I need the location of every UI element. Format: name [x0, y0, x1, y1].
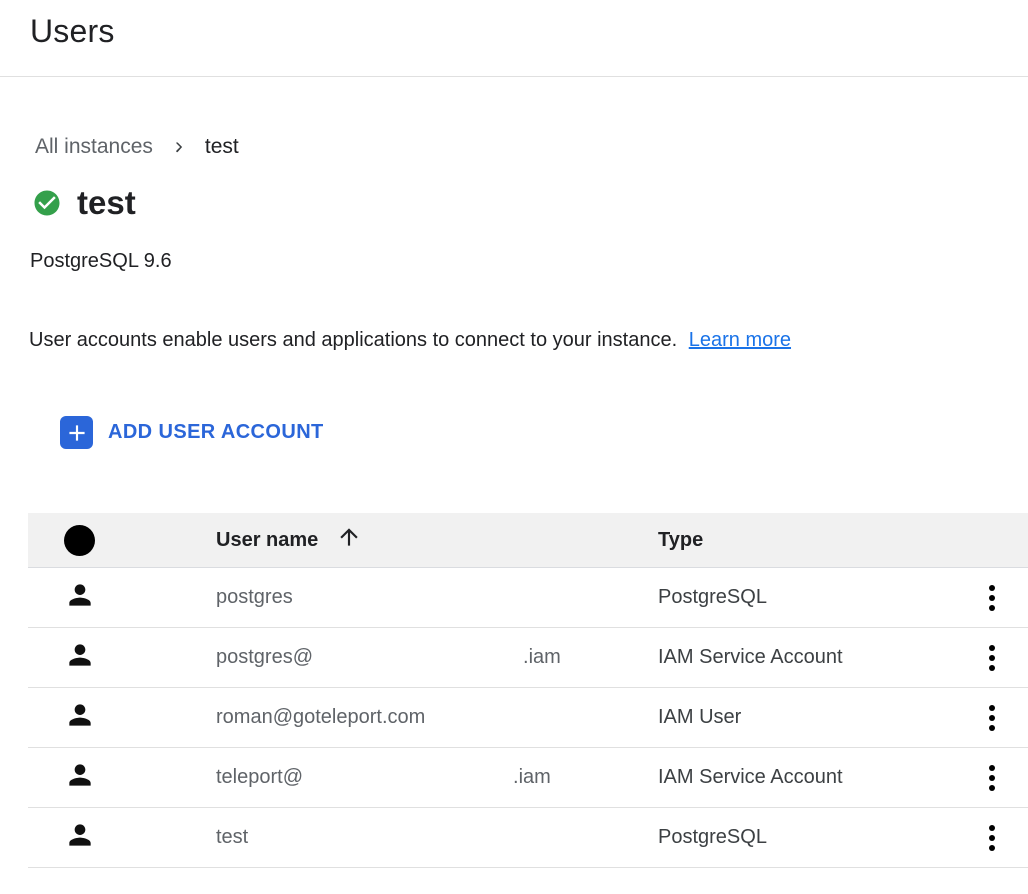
avatar-cell — [28, 699, 216, 736]
user-type-cell: IAM Service Account — [658, 766, 956, 789]
plus-icon — [60, 416, 93, 449]
kebab-icon — [989, 825, 995, 831]
page-header: Users — [0, 0, 1028, 77]
row-menu-button[interactable] — [981, 697, 1003, 739]
description-text: User accounts enable users and applicati… — [29, 329, 677, 351]
row-menu-button[interactable] — [981, 577, 1003, 619]
add-user-account-button[interactable]: ADD USER ACCOUNT — [60, 416, 324, 449]
chevron-right-icon — [168, 136, 190, 158]
avatar-cell — [28, 639, 216, 676]
user-name-column-header[interactable]: User name — [216, 524, 658, 556]
instance-version: PostgreSQL 9.6 — [30, 250, 1028, 273]
row-menu-button[interactable] — [981, 817, 1003, 859]
add-user-account-label: ADD USER ACCOUNT — [108, 421, 324, 444]
user-name-text: test — [216, 826, 248, 848]
type-column-header[interactable]: Type — [658, 529, 956, 552]
avatar-column-header — [28, 525, 216, 556]
breadcrumb-current: test — [205, 134, 239, 160]
breadcrumb-all-instances[interactable]: All instances — [35, 134, 153, 160]
table-header-row: User name Type — [28, 513, 1028, 568]
kebab-icon — [989, 585, 995, 591]
kebab-icon — [989, 765, 995, 771]
description: User accounts enable users and applicati… — [29, 329, 1028, 352]
user-type-cell: PostgreSQL — [658, 826, 956, 849]
table-body: postgres PostgreSQL postgres@ .iam IAM Se… — [28, 568, 1028, 868]
menu-cell — [956, 577, 1028, 619]
kebab-icon — [989, 705, 995, 711]
person-icon — [64, 699, 96, 736]
main-content: All instances test test PostgreSQL 9.6 U… — [0, 134, 1028, 868]
page-title: Users — [30, 13, 1028, 50]
menu-cell — [956, 637, 1028, 679]
menu-cell — [956, 817, 1028, 859]
kebab-icon — [989, 645, 995, 651]
person-icon — [64, 579, 96, 616]
user-type-cell: PostgreSQL — [658, 586, 956, 609]
user-name-cell: postgres — [216, 586, 658, 609]
row-menu-button[interactable] — [981, 757, 1003, 799]
user-type-cell: IAM Service Account — [658, 646, 956, 669]
table-row: postgres PostgreSQL — [28, 568, 1028, 628]
avatar-cell — [28, 819, 216, 856]
user-name-cell: roman@goteleport.com — [216, 706, 658, 729]
user-name-text: roman@goteleport.com — [216, 706, 425, 728]
user-name-header-label: User name — [216, 529, 318, 552]
user-name-cell: test — [216, 826, 658, 849]
menu-cell — [956, 757, 1028, 799]
user-name-cell: teleport@ .iam — [216, 766, 658, 789]
user-name-text: postgres@ — [216, 646, 313, 668]
sort-ascending-icon[interactable] — [336, 524, 362, 556]
person-icon — [64, 819, 96, 856]
person-icon — [64, 639, 96, 676]
type-header-label: Type — [658, 529, 703, 551]
user-type-cell: IAM User — [658, 706, 956, 729]
avatar-cell — [28, 579, 216, 616]
table-row: postgres@ .iam IAM Service Account — [28, 628, 1028, 688]
users-table: User name Type postgres PostgreSQL — [28, 513, 1028, 868]
learn-more-link[interactable]: Learn more — [689, 329, 791, 351]
person-icon — [64, 759, 96, 796]
avatar-cell — [28, 759, 216, 796]
user-name-text: postgres — [216, 586, 293, 608]
menu-cell — [956, 697, 1028, 739]
user-name-suffix: .iam — [513, 766, 551, 788]
table-row: teleport@ .iam IAM Service Account — [28, 748, 1028, 808]
status-ok-icon — [32, 188, 62, 218]
instance-heading: test — [32, 184, 1028, 222]
avatar-circle-icon — [64, 525, 95, 556]
user-name-text: teleport@ — [216, 766, 303, 788]
table-row: roman@goteleport.com IAM User — [28, 688, 1028, 748]
breadcrumb: All instances test — [35, 134, 1028, 160]
row-menu-button[interactable] — [981, 637, 1003, 679]
table-row: test PostgreSQL — [28, 808, 1028, 868]
user-name-cell: postgres@ .iam — [216, 646, 658, 669]
user-name-suffix: .iam — [523, 646, 561, 668]
instance-name: test — [77, 184, 136, 222]
